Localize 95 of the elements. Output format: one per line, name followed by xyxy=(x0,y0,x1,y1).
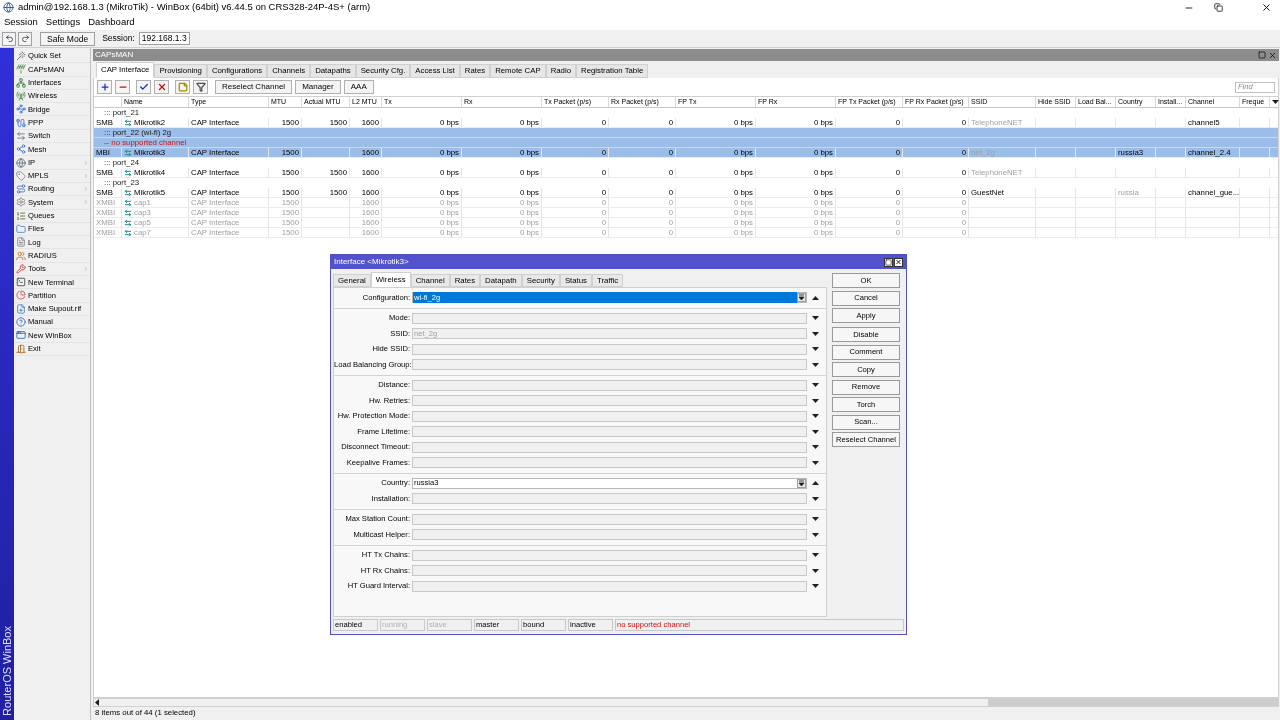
redo-button[interactable] xyxy=(18,31,32,46)
menu-item[interactable]: Session xyxy=(4,15,38,30)
interface-icon xyxy=(124,168,132,177)
select-field[interactable] xyxy=(412,549,807,561)
session-label: Session: xyxy=(102,32,135,45)
toolbar-button[interactable]: Manager xyxy=(295,80,341,94)
route-icon xyxy=(16,184,26,195)
waypoints-icon xyxy=(16,104,26,115)
door-icon xyxy=(16,343,26,354)
dropdown-arrow-icon[interactable] xyxy=(811,398,819,403)
up-arrow-icon[interactable] xyxy=(811,481,819,485)
globe-icon xyxy=(16,157,26,168)
radio-tower-icon xyxy=(16,91,26,102)
select-field[interactable] xyxy=(412,410,807,422)
dropdown-arrow-icon[interactable] xyxy=(811,553,819,557)
column-menu-icon[interactable] xyxy=(1272,100,1279,104)
maximize-icon[interactable] xyxy=(885,258,892,266)
share-icon xyxy=(16,144,26,155)
pie-chart-icon xyxy=(16,290,26,301)
x-icon xyxy=(156,82,167,92)
select-field[interactable] xyxy=(412,513,807,525)
select-field[interactable] xyxy=(412,565,807,576)
dropdown-arrow-icon[interactable] xyxy=(811,383,819,387)
plus-button[interactable] xyxy=(97,80,112,94)
session-field[interactable]: 192.168.1.3 xyxy=(138,32,190,45)
dropdown-arrow-icon[interactable] xyxy=(811,347,819,351)
gear-icon xyxy=(16,197,26,208)
dropdown-arrow-icon[interactable] xyxy=(811,460,819,465)
dropdown-arrow-icon[interactable] xyxy=(811,414,819,418)
dialog-title: Interface <Mikrotik3> xyxy=(334,256,410,268)
file-plus-icon xyxy=(16,303,26,314)
arrows-icon xyxy=(16,130,26,141)
dropdown-arrow-icon[interactable] xyxy=(811,517,819,521)
dropdown-arrow-icon[interactable] xyxy=(811,568,819,573)
dropdown-arrow-icon[interactable] xyxy=(811,429,819,434)
select-field[interactable] xyxy=(412,343,807,355)
check-button[interactable] xyxy=(136,80,151,94)
expand-icon[interactable] xyxy=(797,478,806,488)
menu-item[interactable]: Settings xyxy=(45,15,81,30)
document-icon xyxy=(16,237,26,248)
close-icon[interactable] xyxy=(1261,2,1272,13)
cable-icon xyxy=(16,117,26,128)
toolbar-button[interactable]: AAA xyxy=(343,80,374,94)
brand-text: RouterOS WinBox xyxy=(0,626,14,716)
filter-icon xyxy=(195,82,206,92)
dropdown-arrow-icon[interactable] xyxy=(811,316,819,320)
dropdown-arrow-icon[interactable] xyxy=(811,584,819,588)
terminal-icon xyxy=(16,277,26,288)
safe-mode-button[interactable]: Safe Mode xyxy=(40,31,96,46)
select-field[interactable] xyxy=(412,441,807,453)
dropdown-arrow-icon[interactable] xyxy=(811,445,819,449)
app-icon xyxy=(3,2,14,13)
select-field[interactable] xyxy=(412,426,807,437)
antenna-icon xyxy=(16,64,26,75)
redo-icon xyxy=(20,34,30,43)
panel-title: CAPsMAN xyxy=(95,49,135,61)
dropdown-arrow-icon[interactable] xyxy=(811,496,819,501)
window-title: admin@192.168.1.3 (MikroTik) - WinBox (64bit) v6.44.5 on CRS328-24P-4S+ (arm) xyxy=(18,0,371,15)
select-field[interactable] xyxy=(412,529,807,540)
folder-icon xyxy=(16,224,26,234)
x-button[interactable] xyxy=(154,80,169,94)
undo-button[interactable] xyxy=(2,31,16,46)
restore-icon[interactable] xyxy=(1214,3,1223,12)
select-field[interactable] xyxy=(412,395,807,406)
check-icon xyxy=(138,82,149,92)
network-icon xyxy=(16,77,26,88)
window-icon xyxy=(16,330,26,341)
interface-icon xyxy=(124,118,132,127)
undo-icon xyxy=(4,34,14,43)
dropdown-arrow-icon[interactable] xyxy=(811,362,819,367)
dropdown-arrow-icon[interactable] xyxy=(811,532,819,537)
select-field[interactable] xyxy=(412,580,807,592)
wand-icon xyxy=(16,51,26,62)
select-field[interactable] xyxy=(412,379,807,391)
dropdown-arrow-icon[interactable] xyxy=(811,331,819,336)
select-field[interactable] xyxy=(412,457,807,468)
close-icon[interactable] xyxy=(895,258,902,266)
list-icon xyxy=(16,210,26,221)
tag-icon xyxy=(16,170,26,181)
help-icon xyxy=(16,317,26,328)
toolbar-button[interactable]: Reselect Channel xyxy=(215,80,293,94)
select-field[interactable] xyxy=(412,312,807,324)
select-field[interactable] xyxy=(412,493,807,504)
plus-icon xyxy=(99,82,110,92)
up-arrow-icon[interactable] xyxy=(811,295,819,300)
minus-button[interactable] xyxy=(115,80,130,94)
expand-icon[interactable] xyxy=(797,293,806,302)
select-field[interactable] xyxy=(412,359,807,370)
filter-button[interactable] xyxy=(193,80,208,94)
interface-icon xyxy=(124,148,132,157)
menu-item[interactable]: Dashboard xyxy=(88,15,135,30)
note-icon xyxy=(177,82,188,92)
horizontal-scrollbar[interactable] xyxy=(93,698,1279,707)
wrench-icon xyxy=(16,263,26,274)
users-icon xyxy=(16,250,26,261)
